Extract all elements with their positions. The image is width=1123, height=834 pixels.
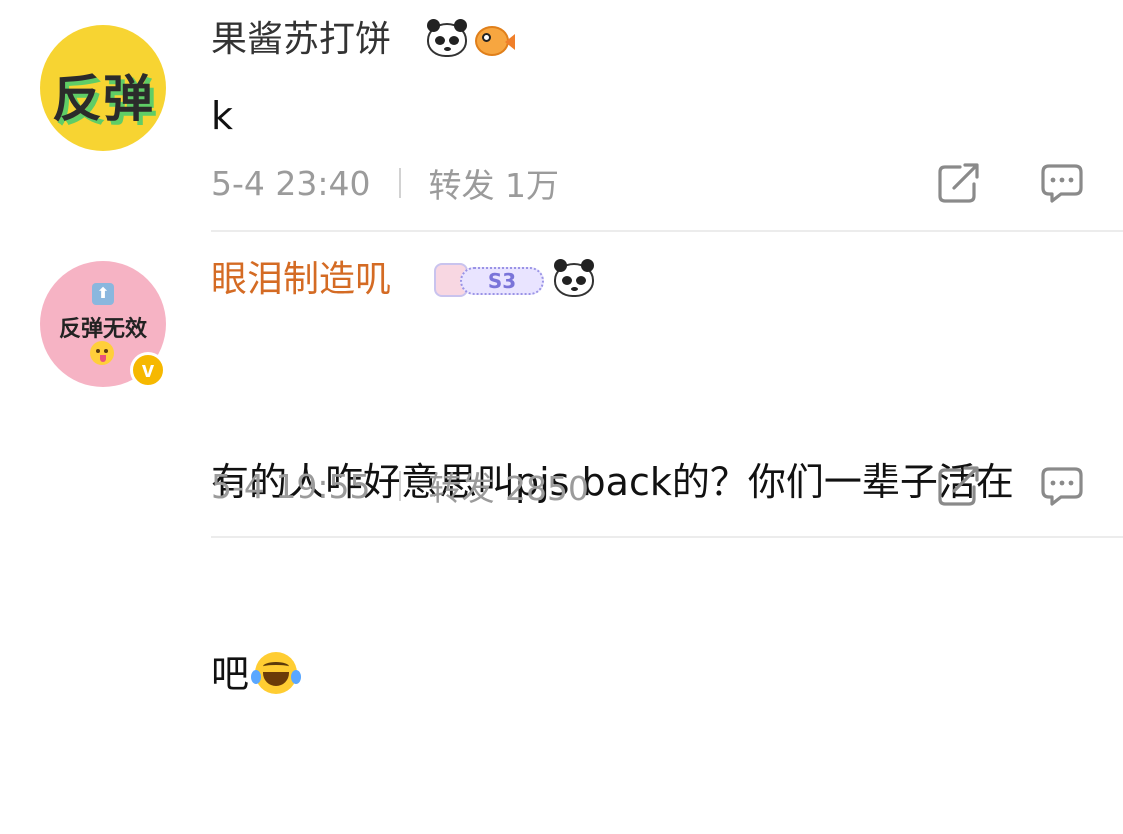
avatar-text: 反弹 xyxy=(52,70,154,128)
post-content-line: 吧 xyxy=(211,642,1123,706)
post-meta: 5-4 19:55 转发 2850 xyxy=(211,462,589,510)
share-icon[interactable] xyxy=(936,162,982,204)
comment-icon[interactable] xyxy=(1039,162,1085,204)
repost-link[interactable]: 转发 1万 xyxy=(429,159,560,207)
weibo-post-2: ⬆ 反弹无效 v 眼泪制造叽 S3 有的人咋好意思叫pjs back的？你们一辈… xyxy=(0,232,1123,696)
comment-icon[interactable] xyxy=(1039,465,1085,507)
user-badges xyxy=(427,19,515,61)
s3-badge: S3 xyxy=(434,261,546,299)
username[interactable]: 果酱苏打饼 xyxy=(211,19,391,61)
separator xyxy=(398,471,401,501)
repost-label: 转发 xyxy=(428,469,495,508)
action-icons xyxy=(879,162,1085,204)
panda-icon xyxy=(554,259,594,297)
action-icons xyxy=(879,465,1085,507)
post-date: 5-4 23:40 xyxy=(211,163,371,203)
tongue-emoji-icon xyxy=(90,341,114,365)
pufferfish-icon xyxy=(473,22,515,58)
post-date: 5-4 19:55 xyxy=(211,466,371,506)
separator xyxy=(398,168,401,198)
s3-badge-label: S3 xyxy=(460,267,544,295)
user-avatar[interactable]: 反弹 xyxy=(40,25,166,151)
share-icon[interactable] xyxy=(936,465,982,507)
laughing-tears-emoji-icon xyxy=(251,651,302,694)
weibo-post-1: 反弹 果酱苏打饼 k 5-4 23:40 转发 1万 xyxy=(0,0,1123,232)
panda-icon xyxy=(427,19,467,57)
repost-count: 1万 xyxy=(505,166,559,205)
repost-link[interactable]: 转发 2850 xyxy=(429,462,589,510)
up-arrow-icon: ⬆ xyxy=(92,283,114,305)
avatar-text: 反弹无效 xyxy=(58,317,147,342)
username[interactable]: 眼泪制造叽 xyxy=(211,259,391,301)
user-badges: S3 xyxy=(434,259,600,301)
post-content-tail: 吧 xyxy=(211,652,250,696)
repost-count: 2850 xyxy=(505,469,589,508)
post-content: 有的人咋好意思叫pjs back的？你们一辈子活在 吧 xyxy=(211,322,1123,834)
repost-label: 转发 xyxy=(428,166,495,205)
verified-badge-icon: v xyxy=(130,352,166,388)
post-content: k xyxy=(211,94,234,138)
post-meta: 5-4 23:40 转发 1万 xyxy=(211,159,560,207)
post-divider xyxy=(211,536,1123,538)
